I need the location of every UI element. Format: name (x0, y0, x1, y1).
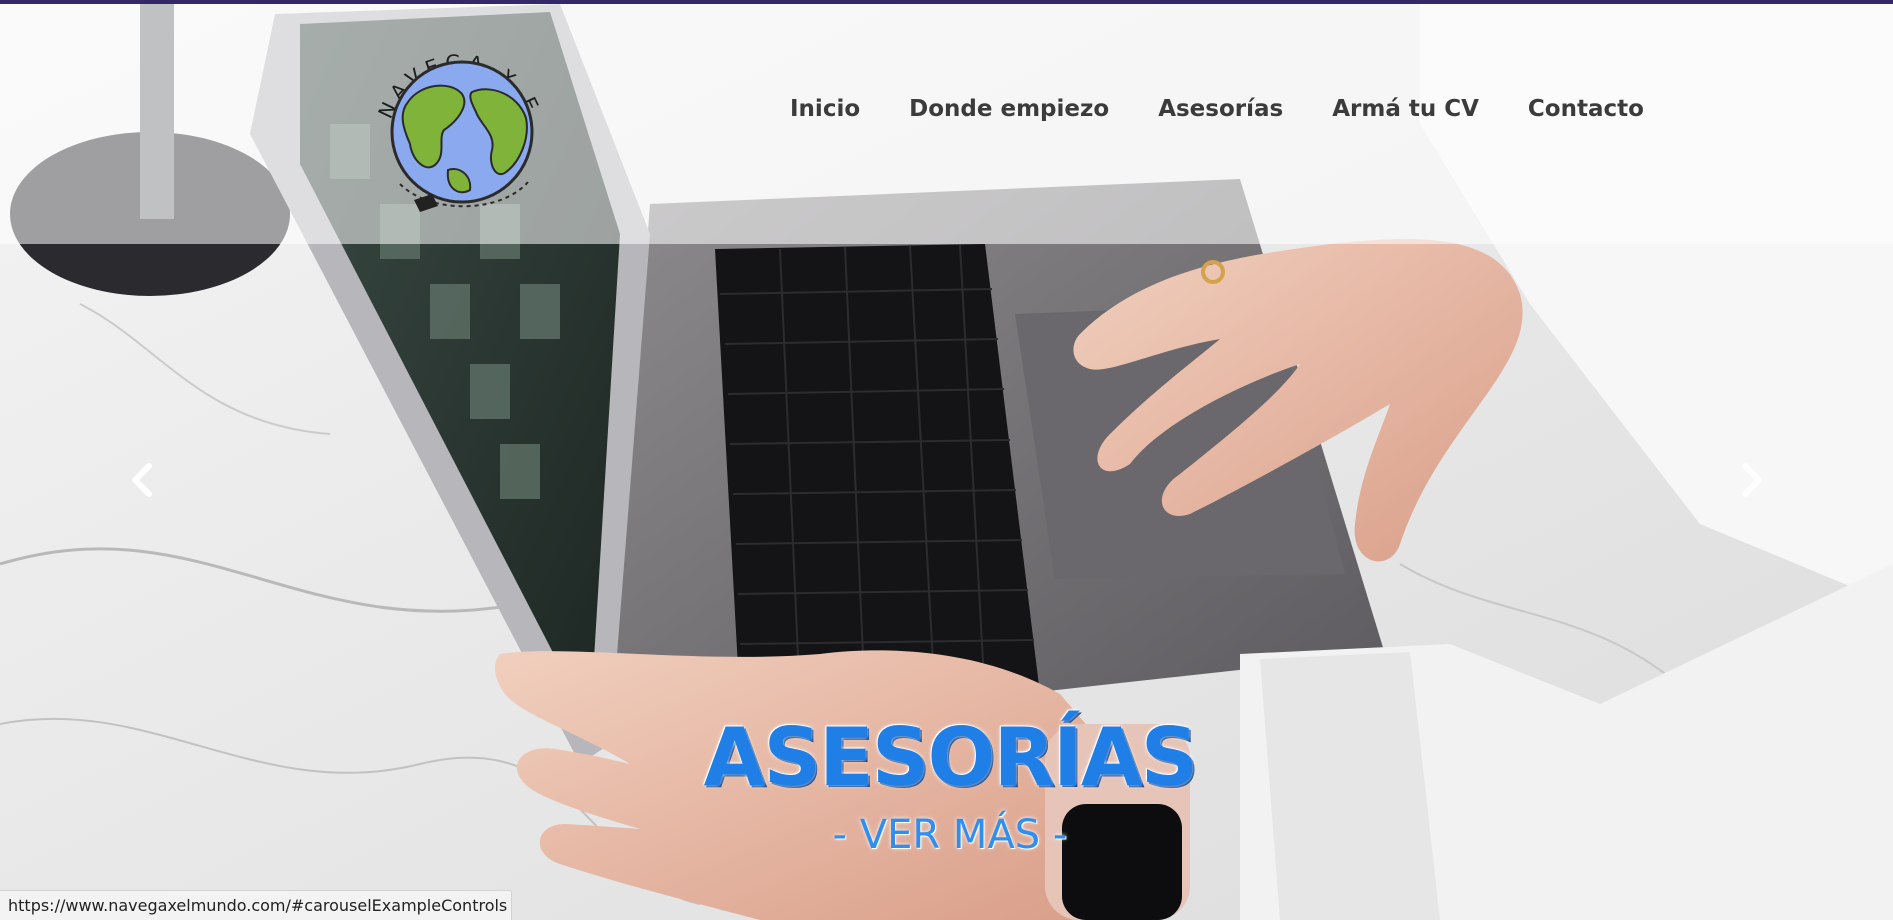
globe-logo-icon: NAVEGA X EL MUNDO (348, 0, 540, 212)
carousel-prev-button[interactable] (122, 460, 162, 500)
site-logo[interactable]: NAVEGA X EL MUNDO (348, 0, 560, 224)
chevron-right-icon (1742, 463, 1762, 497)
nav-item-contacto[interactable]: Contacto (1528, 96, 1644, 122)
nav-item-donde-empiezo[interactable]: Donde empiezo (909, 96, 1109, 122)
nav-item-asesorias[interactable]: Asesorías (1158, 96, 1283, 122)
browser-status-url: https://www.navegaxelmundo.com/#carousel… (0, 890, 512, 920)
main-nav: Inicio Donde empiezo Asesorías Armá tu C… (790, 96, 1644, 122)
caption-title: ASESORÍAS (703, 711, 1199, 804)
ver-mas-link[interactable]: - VER MÁS - (700, 812, 1200, 858)
carousel-caption: ASESORÍAS - VER MÁS - (700, 711, 1200, 859)
site-header: NAVEGA X EL MUNDO Inicio Donde empiezo A… (0, 0, 1893, 244)
nav-item-inicio[interactable]: Inicio (790, 96, 860, 122)
page: NAVEGA X EL MUNDO Inicio Donde empiezo A… (0, 0, 1893, 920)
chevron-left-icon (132, 463, 152, 497)
top-accent-bar (0, 0, 1893, 4)
nav-item-arma-tu-cv[interactable]: Armá tu CV (1332, 96, 1479, 122)
carousel-next-button[interactable] (1732, 460, 1772, 500)
